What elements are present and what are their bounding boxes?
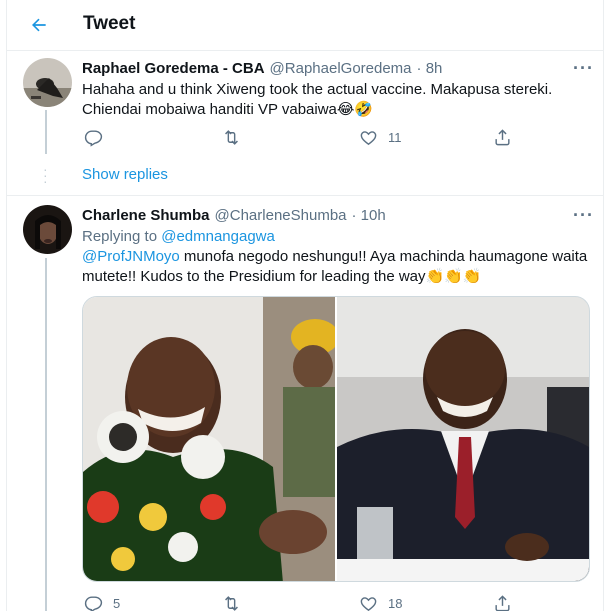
- tweet-media[interactable]: [82, 296, 590, 582]
- thread-line: [45, 258, 47, 611]
- thread-dots: · · ·: [43, 161, 48, 189]
- avatar[interactable]: [23, 205, 72, 254]
- tweet-text-line-2: mutete!! Kudos to the Presidium for lead…: [82, 268, 482, 285]
- page-title: Tweet: [83, 13, 136, 34]
- photo-right[interactable]: [337, 297, 589, 581]
- avatar[interactable]: [23, 58, 72, 107]
- like-count: 18: [388, 596, 403, 611]
- tweet-time[interactable]: · 10h: [352, 207, 386, 224]
- tweet-time[interactable]: · 8h: [417, 60, 443, 77]
- retweet-button[interactable]: [222, 594, 241, 611]
- back-arrow-icon[interactable]: [25, 12, 53, 38]
- author-handle[interactable]: @CharleneShumba: [215, 207, 347, 224]
- reply-button[interactable]: [84, 128, 103, 147]
- like-button[interactable]: 11: [359, 128, 402, 147]
- like-count: 11: [388, 130, 402, 145]
- like-icon: [360, 597, 377, 611]
- mention-link[interactable]: @ProfJNMoyo: [82, 248, 180, 265]
- share-icon: [495, 595, 510, 611]
- author-row: Raphael Goredema - CBA @RaphaelGoredema …: [82, 60, 442, 77]
- like-button[interactable]: 18: [359, 594, 402, 611]
- photo-left[interactable]: [83, 297, 337, 581]
- author-handle[interactable]: @RaphaelGoredema: [270, 60, 412, 77]
- tweet-text: Hahaha and u think Xiweng took the actua…: [82, 80, 597, 120]
- reply-icon: [84, 596, 103, 611]
- tweet-text-line-1: Hahaha and u think Xiweng took the actua…: [82, 81, 553, 98]
- reply-icon: [84, 130, 103, 147]
- like-icon: [360, 131, 377, 146]
- more-icon[interactable]: ···: [573, 58, 594, 79]
- show-replies-link[interactable]: Show replies: [82, 166, 168, 183]
- retweet-icon: [225, 130, 238, 145]
- thread-line: [45, 110, 47, 154]
- tweet-text: @ProfJNMoyo munofa negodo neshungu!! Aya…: [82, 247, 597, 287]
- replying-to-link[interactable]: @edmnangagwa: [161, 228, 275, 245]
- share-button[interactable]: [493, 594, 512, 611]
- page-header: Tweet: [7, 0, 603, 51]
- reply-button[interactable]: 5: [84, 594, 120, 611]
- author-name[interactable]: Raphael Goredema - CBA: [82, 60, 265, 77]
- replying-to-line: Replying to @edmnangagwa: [82, 227, 275, 247]
- replying-to-label: Replying to: [82, 228, 162, 245]
- share-button[interactable]: [493, 128, 512, 147]
- share-icon: [495, 129, 510, 146]
- author-name[interactable]: Charlene Shumba: [82, 207, 210, 224]
- divider: [7, 195, 603, 196]
- retweet-icon: [225, 596, 238, 611]
- author-row: Charlene Shumba @CharleneShumba · 10h: [82, 207, 386, 224]
- tweet-thread-panel: Tweet · · · Raphael Goredema - CBA @Raphae…: [6, 0, 604, 611]
- more-icon[interactable]: ···: [573, 205, 594, 226]
- retweet-button[interactable]: [222, 128, 241, 147]
- reply-count: 5: [113, 596, 121, 611]
- tweet-text-line-1: @ProfJNMoyo munofa negodo neshungu!! Aya…: [82, 247, 597, 267]
- tweet-text-line-2: Chiendai mobaiwa handiti VP vabaiwa😂🤣: [82, 101, 374, 118]
- tweet-text-part: munofa negodo neshungu!! Aya machinda ha…: [179, 248, 588, 265]
